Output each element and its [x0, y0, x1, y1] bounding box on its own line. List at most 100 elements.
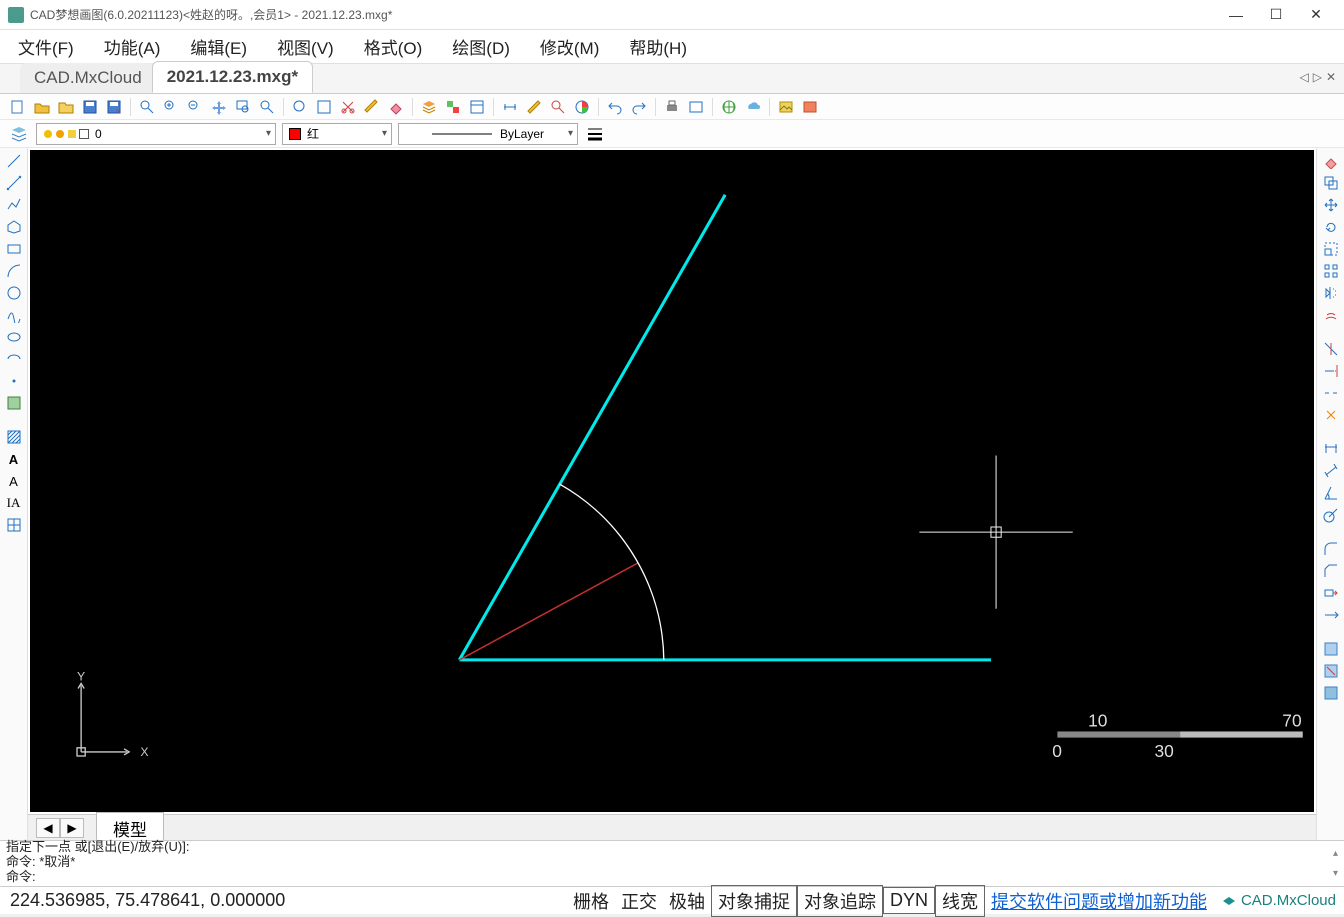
zoom-out-icon[interactable]: [185, 97, 205, 117]
scale-icon[interactable]: [1321, 240, 1341, 258]
tab-close-icon[interactable]: ✕: [1326, 70, 1336, 84]
table-icon[interactable]: [4, 516, 24, 534]
open-icon[interactable]: [32, 97, 52, 117]
zoom-icon[interactable]: [137, 97, 157, 117]
tab-prev-icon[interactable]: ◁: [1299, 70, 1308, 84]
eraser-icon[interactable]: [386, 97, 406, 117]
break-icon[interactable]: [1321, 384, 1341, 402]
copy-icon[interactable]: [1321, 174, 1341, 192]
save-icon[interactable]: [80, 97, 100, 117]
feedback-link[interactable]: 提交软件问题或增加新功能: [985, 888, 1213, 914]
text-icon[interactable]: A: [4, 450, 24, 468]
zoom-realtime-icon[interactable]: [290, 97, 310, 117]
menu-modify[interactable]: 修改(M): [534, 30, 605, 63]
maximize-button[interactable]: ☐: [1256, 1, 1296, 29]
match-icon[interactable]: [443, 97, 463, 117]
menu-file[interactable]: 文件(F): [12, 30, 80, 63]
block-icon[interactable]: [4, 394, 24, 412]
point-icon[interactable]: [4, 372, 24, 390]
menu-function[interactable]: 功能(A): [98, 30, 167, 63]
command-line[interactable]: 指定下一点 或[退出(E)/放弃(U)]: 命令: *取消* 命令: ▴ ▾: [0, 840, 1344, 886]
tab-next-icon[interactable]: ▷: [1313, 70, 1322, 84]
hatch-icon[interactable]: [4, 428, 24, 446]
mtext-icon[interactable]: A: [4, 472, 24, 490]
pan-icon[interactable]: [209, 97, 229, 117]
attach-icon[interactable]: [800, 97, 820, 117]
drawing-canvas[interactable]: Y X 10 70 0 30: [30, 150, 1314, 812]
extend-icon[interactable]: [1321, 362, 1341, 380]
circle-icon[interactable]: [4, 284, 24, 302]
new-icon[interactable]: [8, 97, 28, 117]
status-grid[interactable]: 栅格: [567, 886, 615, 916]
group-icon[interactable]: [1321, 640, 1341, 658]
arc-icon[interactable]: [4, 262, 24, 280]
zoom-window-icon[interactable]: [233, 97, 253, 117]
close-button[interactable]: ✕: [1296, 1, 1336, 29]
fullscreen-icon[interactable]: [314, 97, 334, 117]
find-icon[interactable]: [548, 97, 568, 117]
status-dyn[interactable]: DYN: [883, 887, 935, 914]
array-icon[interactable]: [1321, 262, 1341, 280]
undo-icon[interactable]: [605, 97, 625, 117]
menu-help[interactable]: 帮助(H): [623, 30, 693, 63]
ellipse-icon[interactable]: [4, 328, 24, 346]
image-icon[interactable]: [776, 97, 796, 117]
move-icon[interactable]: [1321, 196, 1341, 214]
layers-icon[interactable]: [419, 97, 439, 117]
folder-icon[interactable]: [56, 97, 76, 117]
cmd-scroll-up-icon[interactable]: ▴: [1333, 848, 1338, 859]
lengthen-icon[interactable]: [1321, 606, 1341, 624]
status-polar[interactable]: 极轴: [663, 886, 711, 916]
rotate-icon[interactable]: [1321, 218, 1341, 236]
status-osnap[interactable]: 对象捕捉: [711, 885, 797, 917]
zoom-extents-icon[interactable]: [257, 97, 277, 117]
color-dropdown[interactable]: 红: [282, 123, 392, 145]
stretch-icon[interactable]: [1321, 584, 1341, 602]
line-icon[interactable]: [4, 152, 24, 170]
block-edit-icon[interactable]: [1321, 684, 1341, 702]
offset-icon[interactable]: [1321, 306, 1341, 324]
trim-icon[interactable]: [1321, 340, 1341, 358]
properties-icon[interactable]: [467, 97, 487, 117]
linetype-dropdown[interactable]: ByLayer: [398, 123, 578, 145]
saveas-icon[interactable]: [104, 97, 124, 117]
menu-view[interactable]: 视图(V): [271, 30, 340, 63]
zoom-in-icon[interactable]: [161, 97, 181, 117]
ungroup-icon[interactable]: [1321, 662, 1341, 680]
tab-cloud[interactable]: CAD.MxCloud: [20, 63, 156, 93]
ellipse-arc-icon[interactable]: [4, 350, 24, 368]
measure-icon[interactable]: [524, 97, 544, 117]
menu-format[interactable]: 格式(O): [358, 30, 429, 63]
status-ortho[interactable]: 正交: [615, 886, 663, 916]
preview-icon[interactable]: [686, 97, 706, 117]
cut-icon[interactable]: [338, 97, 358, 117]
dim-linear-icon[interactable]: [1321, 440, 1341, 458]
polygon-icon[interactable]: [4, 218, 24, 236]
xline-icon[interactable]: [4, 174, 24, 192]
web-icon[interactable]: [719, 97, 739, 117]
brush-icon[interactable]: [362, 97, 382, 117]
layer-manager-icon[interactable]: [8, 123, 30, 145]
tab-active-file[interactable]: 2021.12.23.mxg*: [152, 61, 313, 93]
minimize-button[interactable]: —: [1216, 1, 1256, 29]
cloud-icon[interactable]: [743, 97, 763, 117]
print-icon[interactable]: [662, 97, 682, 117]
dim-radius-icon[interactable]: [1321, 506, 1341, 524]
text-align-icon[interactable]: IA: [4, 494, 24, 512]
menu-edit[interactable]: 编辑(E): [184, 30, 253, 63]
layout-prev-icon[interactable]: ◀: [36, 818, 60, 838]
redo-icon[interactable]: [629, 97, 649, 117]
dim-angular-icon[interactable]: [1321, 484, 1341, 502]
dimension-icon[interactable]: [500, 97, 520, 117]
polyline-icon[interactable]: [4, 196, 24, 214]
explode-icon[interactable]: [1321, 406, 1341, 424]
rectangle-icon[interactable]: [4, 240, 24, 258]
color-wheel-icon[interactable]: [572, 97, 592, 117]
layout-next-icon[interactable]: ▶: [60, 818, 84, 838]
erase-icon[interactable]: [1321, 152, 1341, 170]
menu-draw[interactable]: 绘图(D): [446, 30, 516, 63]
dim-aligned-icon[interactable]: [1321, 462, 1341, 480]
cmd-scroll-down-icon[interactable]: ▾: [1333, 868, 1338, 879]
status-otrack[interactable]: 对象追踪: [797, 885, 883, 917]
mirror-icon[interactable]: [1321, 284, 1341, 302]
